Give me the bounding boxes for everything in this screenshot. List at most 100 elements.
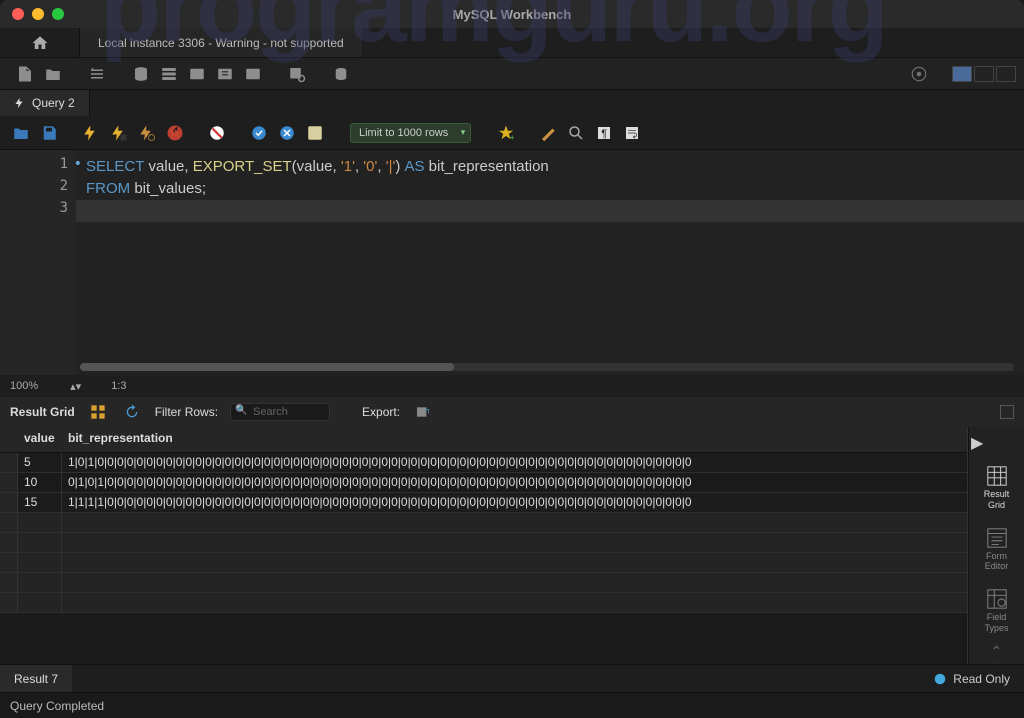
find-icon[interactable] — [565, 122, 587, 144]
autocommit-icon[interactable] — [304, 122, 326, 144]
t: , — [377, 158, 385, 175]
table-row[interactable]: 51|0|1|0|0|0|0|0|0|0|0|0|0|0|0|0|0|0|0|0… — [0, 453, 967, 473]
t: (value, — [292, 158, 341, 175]
favorite-icon[interactable]: + — [495, 122, 517, 144]
row-selector-header — [0, 427, 18, 452]
table-row — [0, 593, 967, 613]
new-sql-tab-icon[interactable] — [14, 63, 36, 85]
execute-current-icon[interactable] — [108, 122, 130, 144]
form-editor-button[interactable]: Form Editor — [974, 523, 1020, 577]
kw: AS — [405, 158, 425, 175]
row-limit-dropdown[interactable]: Limit to 1000 rows — [350, 123, 471, 143]
execute-icon[interactable] — [80, 122, 102, 144]
grid-view-icon[interactable] — [87, 401, 109, 423]
expand-caret-icon[interactable]: ▶ — [969, 433, 983, 453]
beautify-icon[interactable] — [537, 122, 559, 144]
t: bit_values; — [130, 180, 206, 197]
column-header[interactable]: bit_representation — [62, 427, 967, 452]
home-tab[interactable] — [0, 28, 80, 57]
kw: FROM — [86, 180, 130, 197]
refresh-icon[interactable] — [121, 401, 143, 423]
search-placeholder: Search — [253, 406, 288, 418]
filter-search-input[interactable]: Search — [230, 403, 330, 421]
horizontal-scrollbar[interactable] — [80, 363, 1014, 371]
table-row[interactable]: 100|1|0|1|0|0|0|0|0|0|0|0|0|0|0|0|0|0|0|… — [0, 473, 967, 493]
settings-icon[interactable] — [908, 63, 930, 85]
cell: 1|0|1|0|0|0|0|0|0|0|0|0|0|0|0|0|0|0|0|0|… — [62, 453, 967, 472]
wrap-icon[interactable] — [621, 122, 643, 144]
export-label: Export: — [362, 405, 400, 419]
export-icon[interactable] — [412, 401, 434, 423]
home-icon — [30, 34, 50, 52]
current-line-highlight — [76, 200, 1024, 222]
titlebar: MySQL Workbench — [0, 0, 1024, 28]
table-row[interactable]: 151|1|1|1|0|0|0|0|0|0|0|0|0|0|0|0|0|0|0|… — [0, 493, 967, 513]
result-grid-label: Result Grid — [10, 405, 75, 419]
lightning-icon — [14, 97, 26, 109]
inspector-icon[interactable] — [86, 63, 108, 85]
result-tab[interactable]: Result 7 — [0, 665, 72, 692]
result-grid-view-button[interactable]: Result Grid — [974, 461, 1020, 515]
left-panel-toggle[interactable] — [952, 66, 972, 82]
t: value, — [144, 158, 192, 175]
result-tab-label: Result 7 — [14, 672, 58, 686]
bottom-panel-toggle[interactable] — [974, 66, 994, 82]
line-number: 3 — [0, 200, 76, 222]
result-side-panel: ▶ Result Grid Form Editor Field Types ⌃⌄ — [968, 427, 1024, 664]
cell: 10 — [18, 473, 62, 492]
create-schema-icon[interactable] — [130, 63, 152, 85]
t: bit_representation — [425, 158, 549, 175]
wrap-cells-toggle[interactable] — [1000, 405, 1014, 419]
cell: 0|1|0|1|0|0|0|0|0|0|0|0|0|0|0|0|0|0|0|0|… — [62, 473, 967, 492]
save-file-icon[interactable] — [38, 122, 60, 144]
open-sql-script-icon[interactable] — [42, 63, 64, 85]
read-only-label: Read Only — [953, 672, 1010, 686]
search-table-data-icon[interactable] — [286, 63, 308, 85]
scrollbar-thumb[interactable] — [80, 363, 454, 371]
rollback-icon[interactable] — [276, 122, 298, 144]
query-tab-label: Query 2 — [32, 96, 75, 110]
zoom-level: 100% — [10, 380, 38, 392]
open-file-icon[interactable] — [10, 122, 32, 144]
grid-header: value bit_representation — [0, 427, 967, 453]
more-views-icon[interactable]: ⌃⌄ — [991, 646, 1003, 664]
connection-tab[interactable]: Local instance 3306 - Warning - not supp… — [80, 28, 362, 57]
kw: SELECT — [86, 158, 144, 175]
minimize-icon[interactable] — [32, 8, 44, 20]
create-procedure-icon[interactable] — [214, 63, 236, 85]
filter-rows-label: Filter Rows: — [155, 405, 218, 419]
str: '|' — [386, 158, 396, 175]
side-label: Result Grid — [984, 489, 1010, 511]
invisible-chars-icon[interactable]: ¶ — [593, 122, 615, 144]
field-types-button[interactable]: Field Types — [974, 584, 1020, 638]
create-function-icon[interactable] — [242, 63, 264, 85]
sql-editor[interactable]: 1 2 3 SELECT value, EXPORT_SET(value, '1… — [0, 150, 1024, 375]
create-view-icon[interactable] — [186, 63, 208, 85]
result-grid[interactable]: value bit_representation 51|0|1|0|0|0|0|… — [0, 427, 968, 664]
fn: EXPORT_SET — [193, 158, 292, 175]
close-icon[interactable] — [12, 8, 24, 20]
table-row — [0, 533, 967, 553]
no-commit-icon[interactable] — [206, 122, 228, 144]
column-header[interactable]: value — [18, 427, 62, 452]
commit-icon[interactable] — [248, 122, 270, 144]
connection-tabbar: Local instance 3306 - Warning - not supp… — [0, 28, 1024, 58]
table-row — [0, 553, 967, 573]
table-row — [0, 573, 967, 593]
right-panel-toggle[interactable] — [996, 66, 1016, 82]
svg-text:¶: ¶ — [602, 128, 608, 140]
maximize-icon[interactable] — [52, 8, 64, 20]
str: '0' — [363, 158, 377, 175]
zoom-stepper[interactable]: ▴▾ — [70, 380, 81, 393]
editor-statusbar: 100% ▴▾ 1:3 programguru.org — [0, 375, 1024, 397]
query-tab[interactable]: Query 2 — [0, 90, 90, 116]
cursor-position: 1:3 — [111, 380, 126, 392]
stop-icon[interactable] — [164, 122, 186, 144]
row-limit-label: Limit to 1000 rows — [359, 127, 448, 139]
explain-icon[interactable] — [136, 122, 158, 144]
reconnect-icon[interactable] — [330, 63, 352, 85]
line-number: 1 — [0, 156, 76, 178]
query-tabbar: Query 2 — [0, 90, 1024, 116]
source-code[interactable]: SELECT value, EXPORT_SET(value, '1', '0'… — [76, 150, 1024, 375]
create-table-icon[interactable] — [158, 63, 180, 85]
